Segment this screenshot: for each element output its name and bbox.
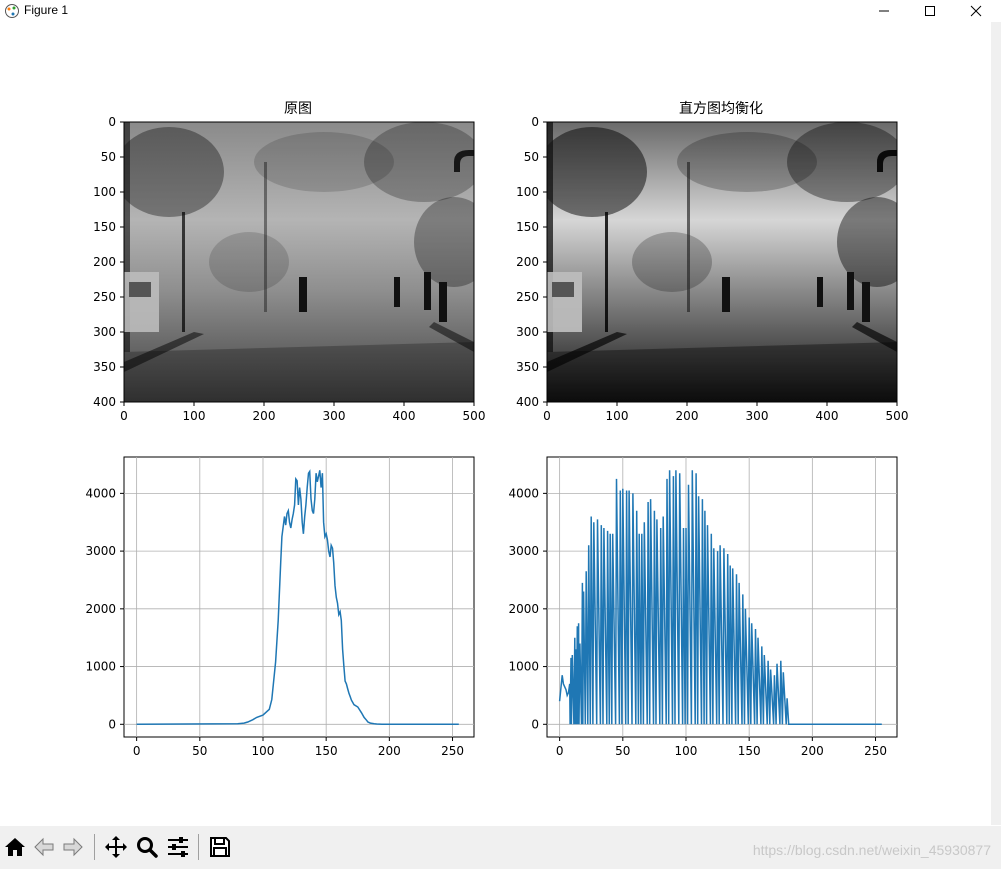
y-tick-label: 300: [516, 325, 539, 339]
pan-icon: [105, 836, 127, 858]
y-tick-label: 2000: [508, 602, 539, 616]
home-icon: [5, 838, 25, 856]
right-axes-title: 直方图均衡化: [679, 100, 763, 117]
x-tick-label: 150: [738, 744, 761, 758]
x-tick-label: 0: [133, 744, 141, 758]
zoom-button[interactable]: [132, 832, 162, 862]
close-icon: [970, 5, 982, 17]
toolbar-separator: [198, 834, 199, 860]
left-hist-x-ticks: 0 50 100 150 200 250: [133, 737, 464, 758]
y-tick-label: 1000: [508, 660, 539, 674]
x-tick-label: 100: [675, 744, 698, 758]
forward-icon: [63, 837, 83, 857]
x-tick-label: 200: [378, 744, 401, 758]
left-histogram-axes: 0 1000 2000 3000 4000 0 50 100 150 200 250: [85, 456, 475, 758]
configure-icon: [168, 837, 188, 857]
y-tick-label: 1000: [85, 660, 116, 674]
y-tick-label: 50: [524, 150, 539, 164]
save-icon: [210, 837, 230, 857]
forward-button[interactable]: [58, 832, 88, 862]
left-image-axes: 原图 0 50 100 150 200 250 300 350 400 0 100 200 300 40…: [93, 101, 485, 423]
x-tick-label: 250: [441, 744, 464, 758]
navigation-toolbar: https://blog.csdn.net/weixin_45930877: [0, 826, 1001, 869]
close-button[interactable]: [953, 0, 999, 22]
x-tick-label: 400: [816, 409, 839, 423]
x-tick-label: 500: [886, 409, 909, 423]
watermark-text: https://blog.csdn.net/weixin_45930877: [752, 842, 991, 858]
y-tick-label: 350: [516, 360, 539, 374]
right-hist-y-ticks: 0 1000 2000 3000 4000: [508, 486, 547, 731]
y-tick-label: 150: [93, 220, 116, 234]
app-icon: [5, 4, 19, 18]
y-tick-label: 100: [516, 185, 539, 199]
figure-canvas[interactable]: 原图 0 50 100 150 200 250 300 350 400 0 100 200 300 40…: [0, 22, 991, 825]
x-tick-label: 200: [676, 409, 699, 423]
window-title: Figure 1: [24, 3, 69, 17]
y-tick-label: 200: [516, 255, 539, 269]
left-image-y-ticks: 0 50 100 150 200 250 300 350 400: [93, 115, 124, 409]
x-tick-label: 100: [606, 409, 629, 423]
y-tick-label: 200: [93, 255, 116, 269]
x-tick-label: 0: [556, 744, 564, 758]
x-tick-label: 100: [183, 409, 206, 423]
toolbar-separator: [94, 834, 95, 860]
x-tick-label: 50: [615, 744, 630, 758]
right-image-axes: 直方图均衡化 0 50 100 150 200 250 300 350 400 0 100 200 3…: [516, 100, 908, 423]
x-tick-label: 250: [864, 744, 887, 758]
x-tick-label: 100: [252, 744, 275, 758]
y-tick-label: 50: [101, 150, 116, 164]
y-tick-label: 250: [516, 290, 539, 304]
left-axes-title: 原图: [284, 101, 312, 117]
pan-button[interactable]: [101, 832, 131, 862]
window-edge: [991, 22, 1001, 825]
x-tick-label: 0: [543, 409, 551, 423]
y-tick-label: 0: [108, 717, 116, 731]
window-titlebar: Figure 1: [0, 0, 1001, 22]
maximize-icon: [925, 6, 935, 16]
x-tick-label: 0: [120, 409, 128, 423]
left-hist-y-ticks: 0 1000 2000 3000 4000: [85, 486, 124, 731]
y-tick-label: 400: [93, 395, 116, 409]
y-tick-label: 300: [93, 325, 116, 339]
y-tick-label: 3000: [508, 544, 539, 558]
save-button[interactable]: [205, 832, 235, 862]
x-tick-label: 50: [192, 744, 207, 758]
y-tick-label: 4000: [508, 486, 539, 500]
x-tick-label: 300: [746, 409, 769, 423]
right-histogram-axes: 0 1000 2000 3000 4000 0 50 100 150 200 250: [508, 456, 898, 758]
x-tick-label: 150: [315, 744, 338, 758]
right-hist-x-ticks: 0 50 100 150 200 250: [556, 737, 887, 758]
y-tick-label: 0: [531, 115, 539, 129]
y-tick-label: 400: [516, 395, 539, 409]
y-tick-label: 3000: [85, 544, 116, 558]
x-tick-label: 500: [463, 409, 486, 423]
home-button[interactable]: [0, 832, 30, 862]
back-button[interactable]: [29, 832, 59, 862]
y-tick-label: 350: [93, 360, 116, 374]
right-image-x-ticks: 0 100 200 300 400 500: [543, 402, 908, 423]
minimize-icon: [879, 10, 889, 12]
y-tick-label: 4000: [85, 486, 116, 500]
y-tick-label: 250: [93, 290, 116, 304]
y-tick-label: 0: [108, 115, 116, 129]
configure-subplots-button[interactable]: [163, 832, 193, 862]
zoom-icon: [137, 837, 158, 858]
back-icon: [34, 837, 54, 857]
minimize-button[interactable]: [861, 0, 907, 22]
x-tick-label: 200: [253, 409, 276, 423]
y-tick-label: 100: [93, 185, 116, 199]
x-tick-label: 400: [393, 409, 416, 423]
maximize-button[interactable]: [907, 0, 953, 22]
x-tick-label: 300: [323, 409, 346, 423]
x-tick-label: 200: [801, 744, 824, 758]
y-tick-label: 2000: [85, 602, 116, 616]
right-image-y-ticks: 0 50 100 150 200 250 300 350 400: [516, 115, 547, 409]
left-image-x-ticks: 0 100 200 300 400 500: [120, 402, 485, 423]
y-tick-label: 0: [531, 717, 539, 731]
y-tick-label: 150: [516, 220, 539, 234]
